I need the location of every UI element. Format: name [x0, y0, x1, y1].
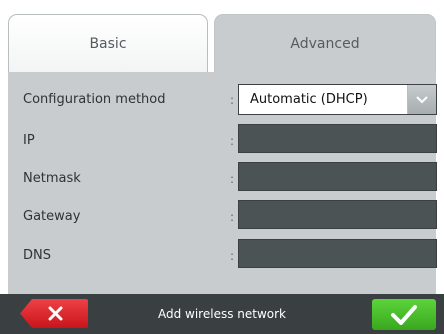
- configuration-method-value: Automatic (DHCP): [250, 92, 368, 107]
- netmask-separator: :: [230, 172, 235, 186]
- tab-bar: Basic Advanced: [0, 0, 444, 72]
- dns-separator: :: [230, 249, 235, 263]
- footer-bar: Add wireless network: [0, 294, 444, 334]
- gateway-field[interactable]: [238, 200, 437, 229]
- tab-basic-label: Basic: [89, 35, 127, 52]
- configuration-method-select[interactable]: Automatic (DHCP): [238, 84, 437, 115]
- netmask-label: Netmask: [23, 171, 81, 186]
- configuration-method-label: Configuration method: [23, 92, 166, 107]
- ip-field[interactable]: [238, 124, 437, 153]
- dns-field[interactable]: [238, 239, 437, 268]
- footer-title: Add wireless network: [157, 307, 286, 321]
- netmask-field[interactable]: [238, 162, 437, 191]
- ip-separator: :: [230, 134, 235, 148]
- gateway-separator: :: [230, 210, 235, 224]
- advanced-settings-panel: Configuration method : Automatic (DHCP) …: [8, 72, 437, 294]
- confirm-button[interactable]: [372, 299, 436, 330]
- tab-advanced-label: Advanced: [290, 35, 360, 52]
- cancel-button[interactable]: [20, 299, 88, 328]
- checkmark-icon: [390, 304, 418, 326]
- gateway-label: Gateway: [23, 209, 81, 224]
- close-icon: [48, 306, 63, 321]
- ip-label: IP: [23, 133, 35, 148]
- configuration-method-separator: :: [230, 93, 235, 107]
- dns-label: DNS: [23, 248, 51, 263]
- chevron-down-icon[interactable]: [407, 85, 436, 114]
- tab-advanced[interactable]: Advanced: [214, 14, 436, 72]
- tab-basic[interactable]: Basic: [8, 14, 208, 72]
